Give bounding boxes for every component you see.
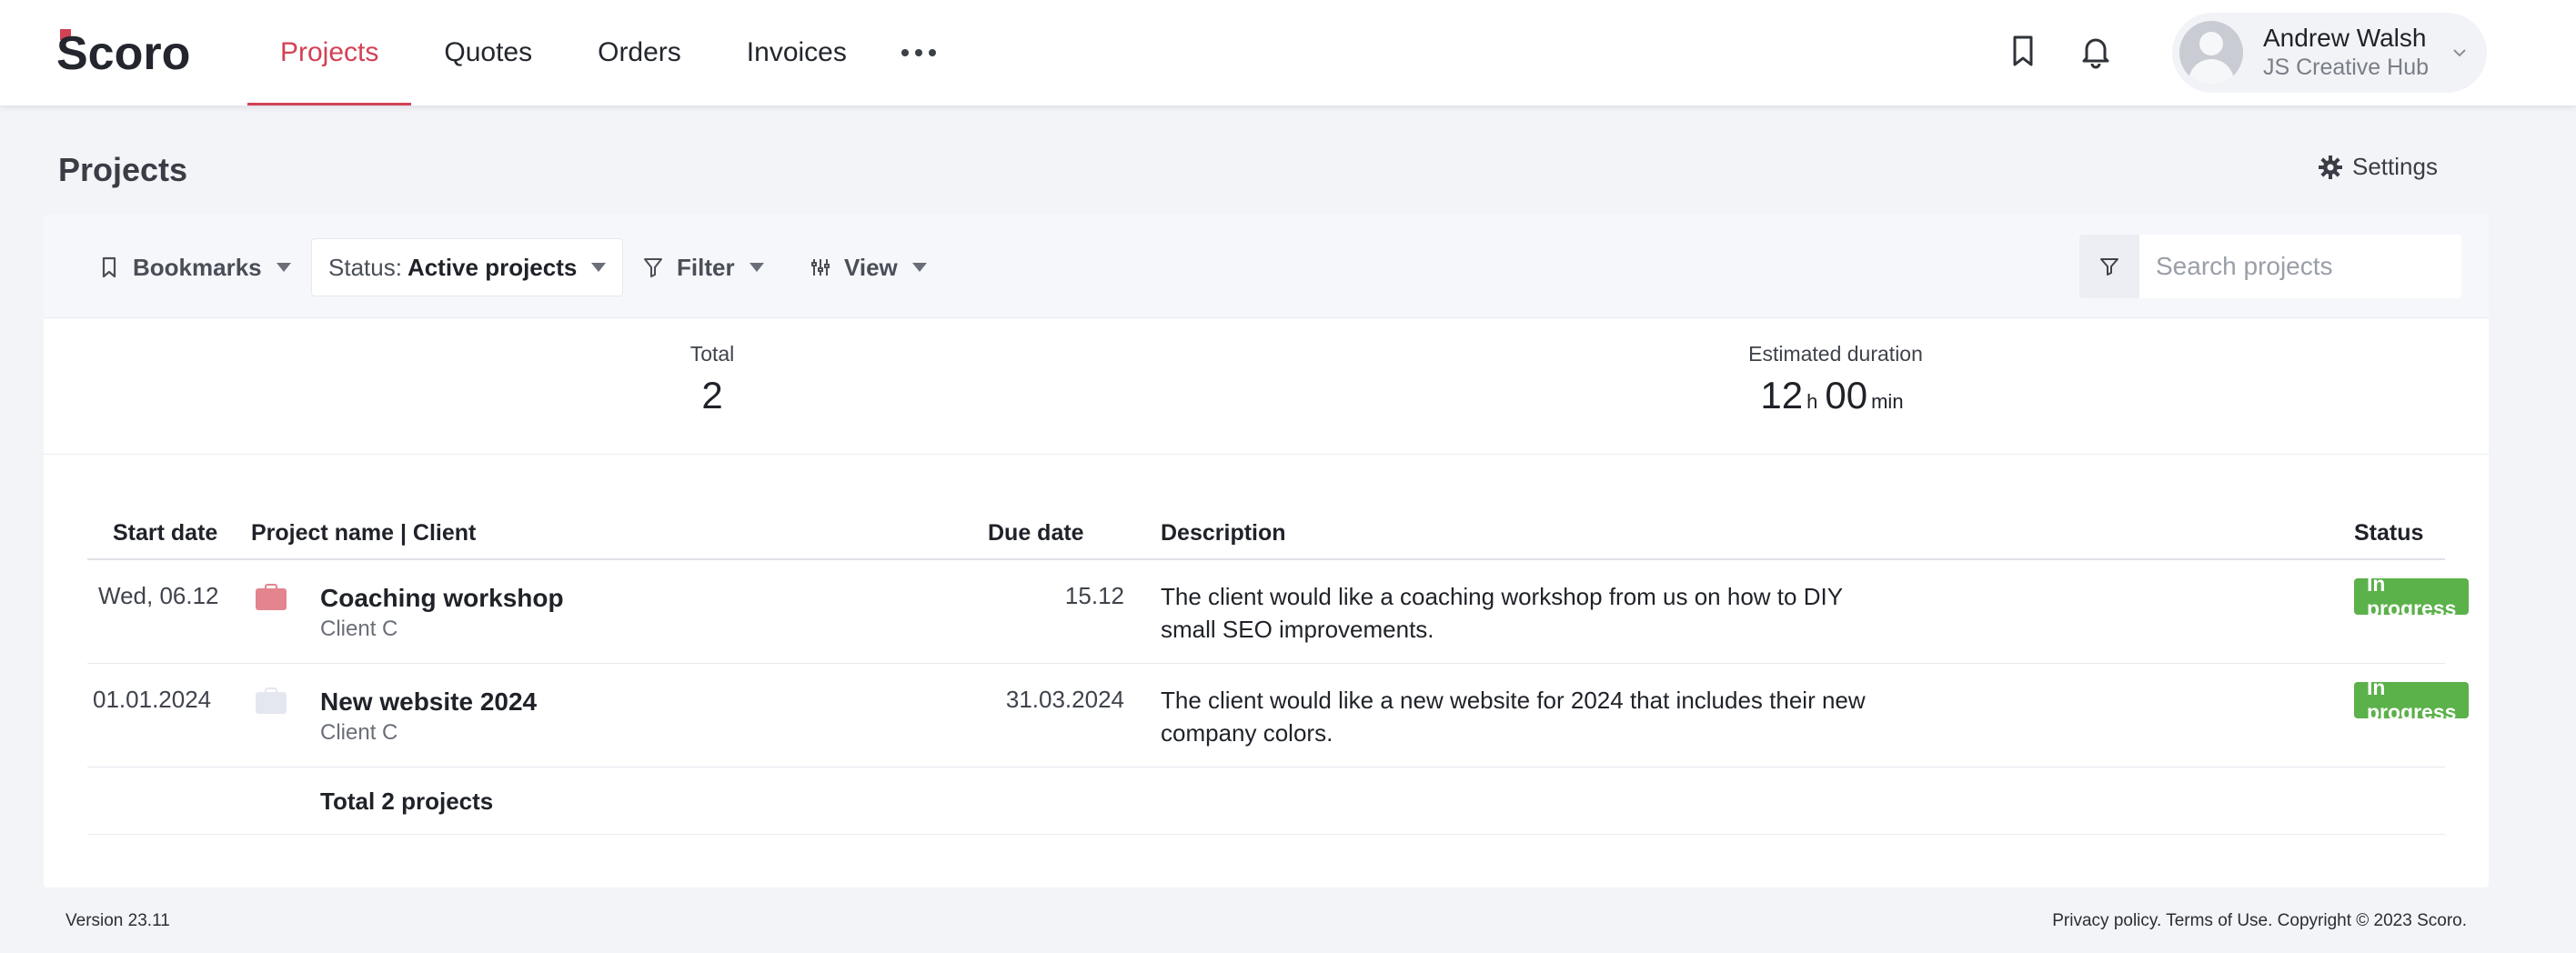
scoro-logo[interactable]: Scoro (56, 25, 209, 76)
page-title: Projects (58, 151, 188, 188)
total-value: 2 (701, 374, 723, 416)
view-label: View (844, 253, 898, 281)
projects-card: Bookmarks Status: Active projects Filter… (44, 215, 2489, 888)
project-client[interactable]: Client C (320, 617, 397, 642)
brand-name: Scoro (56, 27, 190, 76)
search-input[interactable] (2139, 235, 2461, 298)
filter-icon (644, 258, 662, 277)
main-nav: Projects Quotes Orders Invoices (247, 0, 958, 105)
project-description: The client would like a new website for … (1161, 687, 1866, 747)
status-dropdown[interactable]: Status: Active projects (311, 238, 624, 296)
column-project-name[interactable]: Project name | Client (251, 520, 476, 547)
duration-minutes: 00 (1825, 374, 1868, 416)
gear-icon (2319, 155, 2342, 179)
duration-value: 12 h 00 min (1699, 374, 1972, 417)
bookmark-icon (102, 256, 116, 278)
top-navigation-bar: Scoro Projects Quotes Orders Invoices An… (0, 0, 2576, 105)
caret-down-icon (276, 263, 291, 272)
settings-label: Settings (2352, 153, 2438, 180)
project-description: The client would like a coaching worksho… (1161, 583, 1843, 643)
nav-item-orders[interactable]: Orders (565, 0, 714, 105)
nav-item-invoices[interactable]: Invoices (714, 0, 880, 105)
column-description[interactable]: Description (1161, 520, 1286, 547)
due-date: 15.12 (1064, 582, 1124, 609)
project-name[interactable]: Coaching workshop (320, 584, 564, 613)
table-row[interactable]: Wed, 06.12 Coaching workshop Client C 15… (87, 560, 2470, 664)
table-header: Start date Project name | Client Due dat… (87, 497, 2445, 560)
chevron-down-icon (2453, 49, 2466, 57)
due-date: 31.03.2024 (1005, 686, 1124, 713)
status-badge[interactable]: In progress (2354, 572, 2470, 620)
nav-item-projects[interactable]: Projects (247, 0, 412, 105)
project-client[interactable]: Client C (320, 720, 397, 746)
status-badge[interactable]: In progress (2354, 676, 2470, 724)
filter-dropdown[interactable]: Filter (642, 238, 764, 296)
briefcase-icon (256, 584, 287, 610)
legal-links[interactable]: Privacy policy. Terms of Use. Copyright … (2052, 911, 2467, 931)
bookmarks-dropdown[interactable]: Bookmarks (98, 238, 291, 296)
filter-label: Filter (677, 253, 735, 281)
settings-button[interactable]: Settings (2318, 153, 2438, 181)
list-toolbar: Bookmarks Status: Active projects Filter… (44, 215, 2489, 318)
total-summary: Total 2 (608, 342, 817, 417)
briefcase-icon (256, 687, 287, 714)
projects-table: Start date Project name | Client Due dat… (87, 497, 2470, 835)
bell-icon[interactable] (2072, 27, 2119, 75)
caret-down-icon (591, 263, 607, 272)
columns-icon (811, 259, 830, 276)
duration-summary: Estimated duration 12 h 00 min (1699, 342, 1972, 417)
summary-bar: Total 2 Estimated duration 12 h 00 min (44, 318, 2489, 455)
start-date: 01.01.2024 (93, 686, 212, 713)
caret-down-icon (749, 263, 764, 272)
column-status[interactable]: Status (2354, 520, 2423, 547)
table-row[interactable]: 01.01.2024 New website 2024 Client C 31.… (87, 664, 2470, 767)
status-prefix: Status: (328, 253, 402, 281)
total-projects: Total 2 projects (320, 787, 494, 815)
column-due-date[interactable]: Due date (988, 520, 1084, 547)
table-footer: Total 2 projects (87, 767, 2445, 835)
user-company: JS Creative Hub (2263, 55, 2430, 80)
search-filter-icon[interactable] (2079, 235, 2139, 298)
column-start-date[interactable]: Start date (113, 520, 217, 547)
user-menu[interactable]: Andrew Walsh JS Creative Hub (2172, 13, 2487, 93)
total-label: Total (689, 342, 735, 366)
caret-down-icon (911, 263, 927, 272)
more-dots-icon[interactable] (880, 0, 958, 105)
avatar (2179, 21, 2243, 85)
start-date: Wed, 06.12 (98, 582, 219, 609)
duration-hours: 12 (1760, 374, 1804, 416)
user-name: Andrew Walsh (2263, 24, 2427, 52)
version-label: Version 23.11 (65, 911, 170, 930)
duration-label: Estimated duration (1748, 342, 1923, 366)
bookmark-icon[interactable] (1999, 27, 2047, 75)
project-name[interactable]: New website 2024 (320, 687, 537, 717)
status-value: Active projects (407, 253, 578, 281)
hours-unit: h (1806, 390, 1818, 413)
bookmarks-label: Bookmarks (133, 253, 262, 281)
view-dropdown[interactable]: View (810, 238, 927, 296)
minutes-unit: min (1871, 390, 1904, 413)
search-box (2079, 235, 2461, 298)
nav-item-quotes[interactable]: Quotes (411, 0, 565, 105)
